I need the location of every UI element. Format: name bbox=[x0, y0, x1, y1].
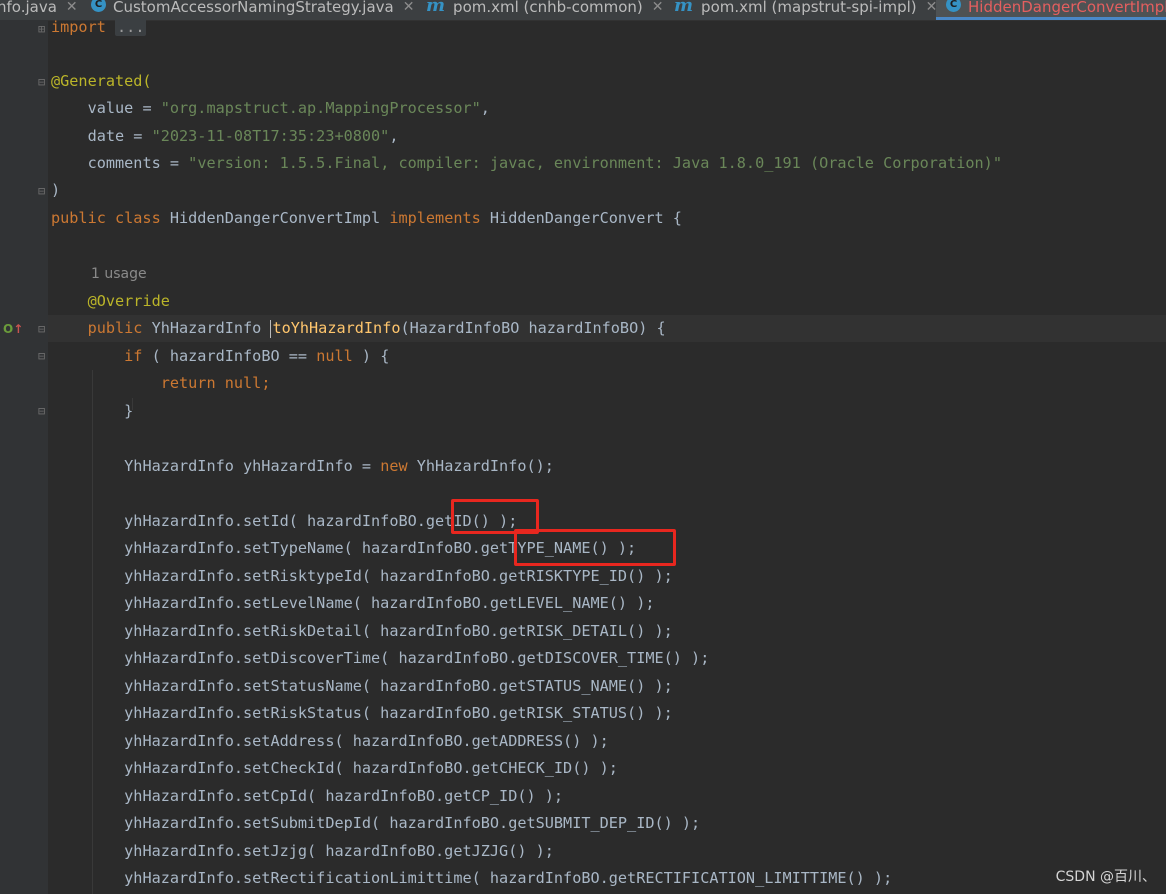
annotation: @Generated( bbox=[51, 72, 152, 90]
close-icon[interactable]: ✕ bbox=[403, 0, 415, 14]
code-line-generated[interactable]: @Generated( bbox=[51, 68, 152, 95]
method-name: toYhHazardInfo bbox=[272, 319, 401, 337]
code-line-return[interactable]: return null; bbox=[51, 370, 271, 397]
code-line-value[interactable]: value = "org.mapstruct.ap.MappingProcess… bbox=[51, 95, 490, 122]
setter-call: yhHazardInfo.setSubmitDepId( hazardInfoB… bbox=[124, 814, 701, 832]
setter-call: yhHazardInfo.setJzjg( hazardInfoBO.getJZ… bbox=[124, 842, 554, 860]
keyword: implements bbox=[389, 209, 490, 227]
fold-icon[interactable]: ⊞ bbox=[38, 23, 45, 35]
close-icon[interactable]: ✕ bbox=[66, 0, 78, 14]
code-line-setter[interactable]: yhHazardInfo.setRectificationLimittime( … bbox=[51, 865, 892, 892]
interface-name: HiddenDangerConvert { bbox=[489, 209, 682, 227]
string-literal: "2023-11-08T17:35:23+0800" bbox=[151, 127, 390, 145]
usage-hint[interactable]: 1 usage bbox=[91, 266, 147, 282]
tab-pom-mapstrut-spi-impl[interactable]: m pom.xml (mapstrut-spi-impl) ✕ bbox=[674, 0, 937, 20]
fold-icon[interactable]: ⊟ bbox=[38, 323, 45, 335]
code-line-setter[interactable]: yhHazardInfo.setJzjg( hazardInfoBO.getJZ… bbox=[51, 838, 554, 865]
code-line-new-instance[interactable]: YhHazardInfo yhHazardInfo = new YhHazard… bbox=[51, 453, 554, 480]
code-text: ( hazardInfoBO == bbox=[151, 347, 317, 365]
close-icon[interactable]: ✕ bbox=[652, 0, 664, 14]
code-line-setter[interactable]: yhHazardInfo.setRiskDetail( hazardInfoBO… bbox=[51, 618, 673, 645]
code-line-setter[interactable]: yhHazardInfo.setStatusName( hazardInfoBO… bbox=[51, 673, 673, 700]
code-line-usage[interactable]: 1 usage bbox=[91, 260, 147, 287]
setter-call: yhHazardInfo.setRectificationLimittime( … bbox=[124, 869, 893, 887]
editor-tab-bar: nfo.java ✕ C CustomAccessorNamingStrateg… bbox=[0, 0, 1166, 21]
keyword: import bbox=[51, 18, 106, 36]
implements-method-icon[interactable]: O↑ bbox=[3, 322, 23, 336]
maven-icon: m bbox=[426, 0, 446, 16]
code-line-setter[interactable]: yhHazardInfo.setAddress( hazardInfoBO.ge… bbox=[51, 728, 609, 755]
string-literal: "version: 1.5.5.Final, compiler: javac, … bbox=[188, 154, 1002, 172]
tab-label: nfo.java bbox=[0, 0, 57, 16]
keyword: public bbox=[87, 319, 152, 337]
code-line-override[interactable]: @Override bbox=[51, 288, 170, 315]
code-text: date = bbox=[87, 127, 152, 145]
watermark: CSDN @百川、 bbox=[1055, 869, 1156, 885]
tab-pom-cnhb-common[interactable]: m pom.xml (cnhb-common) ✕ bbox=[426, 0, 664, 20]
tab-label: pom.xml (cnhb-common) bbox=[453, 0, 643, 16]
code-line-import[interactable]: import ... bbox=[51, 14, 147, 41]
string-literal: "org.mapstruct.ap.MappingProcessor" bbox=[160, 99, 481, 117]
keyword: return null; bbox=[160, 374, 271, 392]
code-line-method-decl[interactable]: public YhHazardInfo toYhHazardInfo(Hazar… bbox=[51, 315, 666, 342]
class-icon: C bbox=[946, 0, 961, 12]
annotation: @Override bbox=[87, 292, 170, 310]
code-line-if[interactable]: if ( hazardInfoBO == null ) { bbox=[51, 343, 389, 370]
code-line-class-decl[interactable]: public class HiddenDangerConvertImpl imp… bbox=[51, 205, 682, 232]
code-line-setter[interactable]: yhHazardInfo.setSubmitDepId( hazardInfoB… bbox=[51, 810, 700, 837]
tab-label: pom.xml (mapstrut-spi-impl) bbox=[701, 0, 917, 16]
fold-icon[interactable]: ⊟ bbox=[38, 350, 45, 362]
code-text: ) { bbox=[352, 347, 390, 365]
code-line-setter[interactable]: yhHazardInfo.setCheckId( hazardInfoBO.ge… bbox=[51, 755, 618, 782]
editor-gutter bbox=[0, 20, 48, 894]
keyword: if bbox=[124, 347, 152, 365]
keyword: new bbox=[380, 457, 417, 475]
folded-imports[interactable]: ... bbox=[115, 18, 147, 36]
code-text: YhHazardInfo(); bbox=[416, 457, 554, 475]
code-line-setter[interactable]: yhHazardInfo.setLevelName( hazardInfoBO.… bbox=[51, 590, 655, 617]
class-name: HiddenDangerConvertImpl bbox=[169, 209, 390, 227]
maven-icon: m bbox=[674, 0, 694, 16]
setter-call: yhHazardInfo.setLevelName( hazardInfoBO.… bbox=[124, 594, 655, 612]
code-line-setter[interactable]: yhHazardInfo.setRisktypeId( hazardInfoBO… bbox=[51, 563, 673, 590]
setter-call: yhHazardInfo.setRiskDetail( hazardInfoBO… bbox=[124, 622, 673, 640]
fold-icon[interactable]: ⊟ bbox=[38, 405, 45, 417]
fold-icon[interactable]: ⊟ bbox=[38, 76, 45, 88]
code-editor[interactable]: ⊞ ⊟ ⊟ ⊟ ⊟ ⊟ O↑ import ... @Generated( va… bbox=[0, 18, 1166, 894]
code-text: } bbox=[124, 402, 134, 420]
code-line-setter[interactable]: yhHazardInfo.setId( hazardInfoBO.getID()… bbox=[51, 508, 517, 535]
code-text: ) bbox=[51, 181, 61, 199]
code-text: comments = bbox=[87, 154, 189, 172]
highlight-box-gettypename bbox=[514, 529, 676, 566]
setter-call: yhHazardInfo.setCpId( hazardInfoBO.getCP… bbox=[124, 787, 564, 805]
fold-icon[interactable]: ⊟ bbox=[38, 185, 45, 197]
code-line-close-if[interactable]: } bbox=[51, 398, 133, 425]
code-line-setter[interactable]: yhHazardInfo.setCpId( hazardInfoBO.getCP… bbox=[51, 783, 563, 810]
code-line-comments[interactable]: comments = "version: 1.5.5.Final, compil… bbox=[51, 150, 1002, 177]
setter-call: yhHazardInfo.setDiscoverTime( hazardInfo… bbox=[124, 649, 710, 667]
code-line-close-paren[interactable]: ) bbox=[51, 177, 60, 204]
code-text: value = bbox=[87, 99, 161, 117]
setter-call: yhHazardInfo.setCheckId( hazardInfoBO.ge… bbox=[124, 759, 618, 777]
method-params: (HazardInfoBO hazardInfoBO) { bbox=[400, 319, 666, 337]
code-line-setter[interactable]: yhHazardInfo.setDiscoverTime( hazardInfo… bbox=[51, 645, 709, 672]
setter-call: yhHazardInfo.setAddress( hazardInfoBO.ge… bbox=[124, 732, 609, 750]
keyword: null bbox=[316, 347, 353, 365]
return-type: YhHazardInfo bbox=[151, 319, 271, 337]
setter-call: yhHazardInfo.setRiskStatus( hazardInfoBO… bbox=[124, 704, 673, 722]
tab-label: CustomAccessorNamingStrategy.java bbox=[113, 0, 394, 16]
code-line-setter[interactable]: yhHazardInfo.setRiskStatus( hazardInfoBO… bbox=[51, 700, 673, 727]
code-line-date[interactable]: date = "2023-11-08T17:35:23+0800", bbox=[51, 123, 399, 150]
code-text: YhHazardInfo yhHazardInfo = bbox=[124, 457, 381, 475]
tab-label: HiddenDangerConvertImpl bbox=[968, 0, 1166, 16]
setter-call: yhHazardInfo.setRisktypeId( hazardInfoBO… bbox=[124, 567, 673, 585]
class-icon: C bbox=[91, 0, 106, 12]
setter-call: yhHazardInfo.setStatusName( hazardInfoBO… bbox=[124, 677, 673, 695]
keyword: public class bbox=[51, 209, 170, 227]
